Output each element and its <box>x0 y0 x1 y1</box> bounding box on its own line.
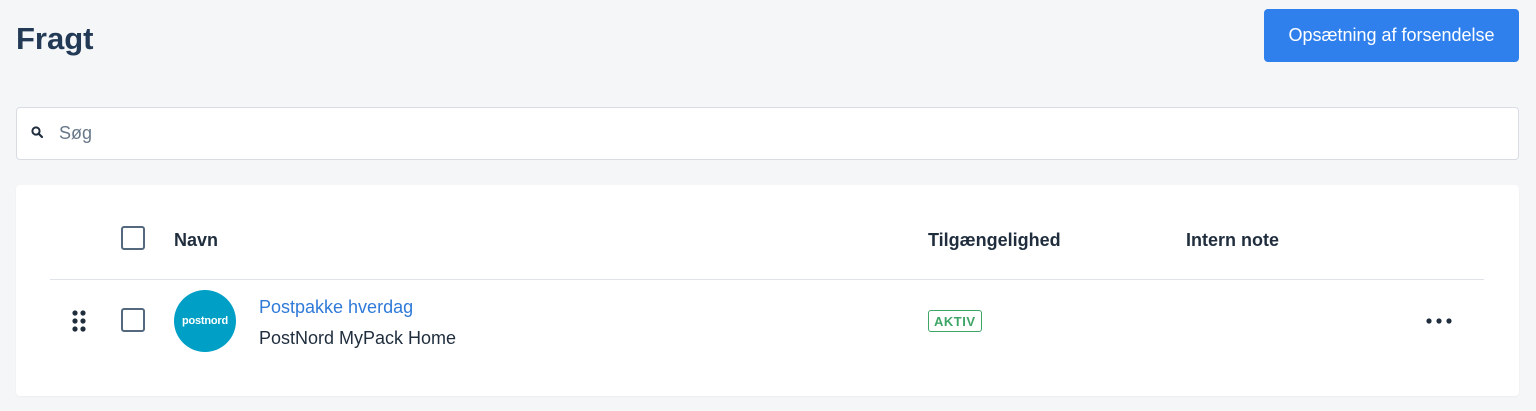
column-header-internal-note[interactable]: Intern note <box>1186 229 1279 251</box>
more-dots-icon <box>1426 318 1452 324</box>
select-all-checkbox[interactable] <box>121 226 145 250</box>
shipping-setup-button[interactable]: Opsætning af forsendelse <box>1264 9 1519 62</box>
carrier-name: PostNord MyPack Home <box>259 328 457 348</box>
search-input[interactable] <box>59 108 1499 159</box>
shipping-methods-table: Navn Tilgængelighed Intern note postnord… <box>16 185 1519 396</box>
logo-text: postnord <box>181 315 229 327</box>
drag-handle-icon[interactable] <box>71 309 87 333</box>
page-title: Fragt <box>16 21 94 56</box>
more-actions-button[interactable] <box>1422 310 1456 332</box>
postnord-logo: postnord <box>174 290 236 352</box>
search-icon <box>31 126 44 139</box>
search-bar <box>16 107 1519 160</box>
column-header-availability[interactable]: Tilgængelighed <box>928 229 1061 251</box>
header-divider <box>50 279 1484 280</box>
page: Fragt Opsætning af forsendelse Navn Tilg… <box>0 0 1536 411</box>
status-badge: AKTIV <box>928 310 982 332</box>
row-select-checkbox[interactable] <box>121 308 145 332</box>
shipping-method-name-link[interactable]: Postpakke hverdag <box>259 296 413 318</box>
column-header-name[interactable]: Navn <box>174 229 218 251</box>
